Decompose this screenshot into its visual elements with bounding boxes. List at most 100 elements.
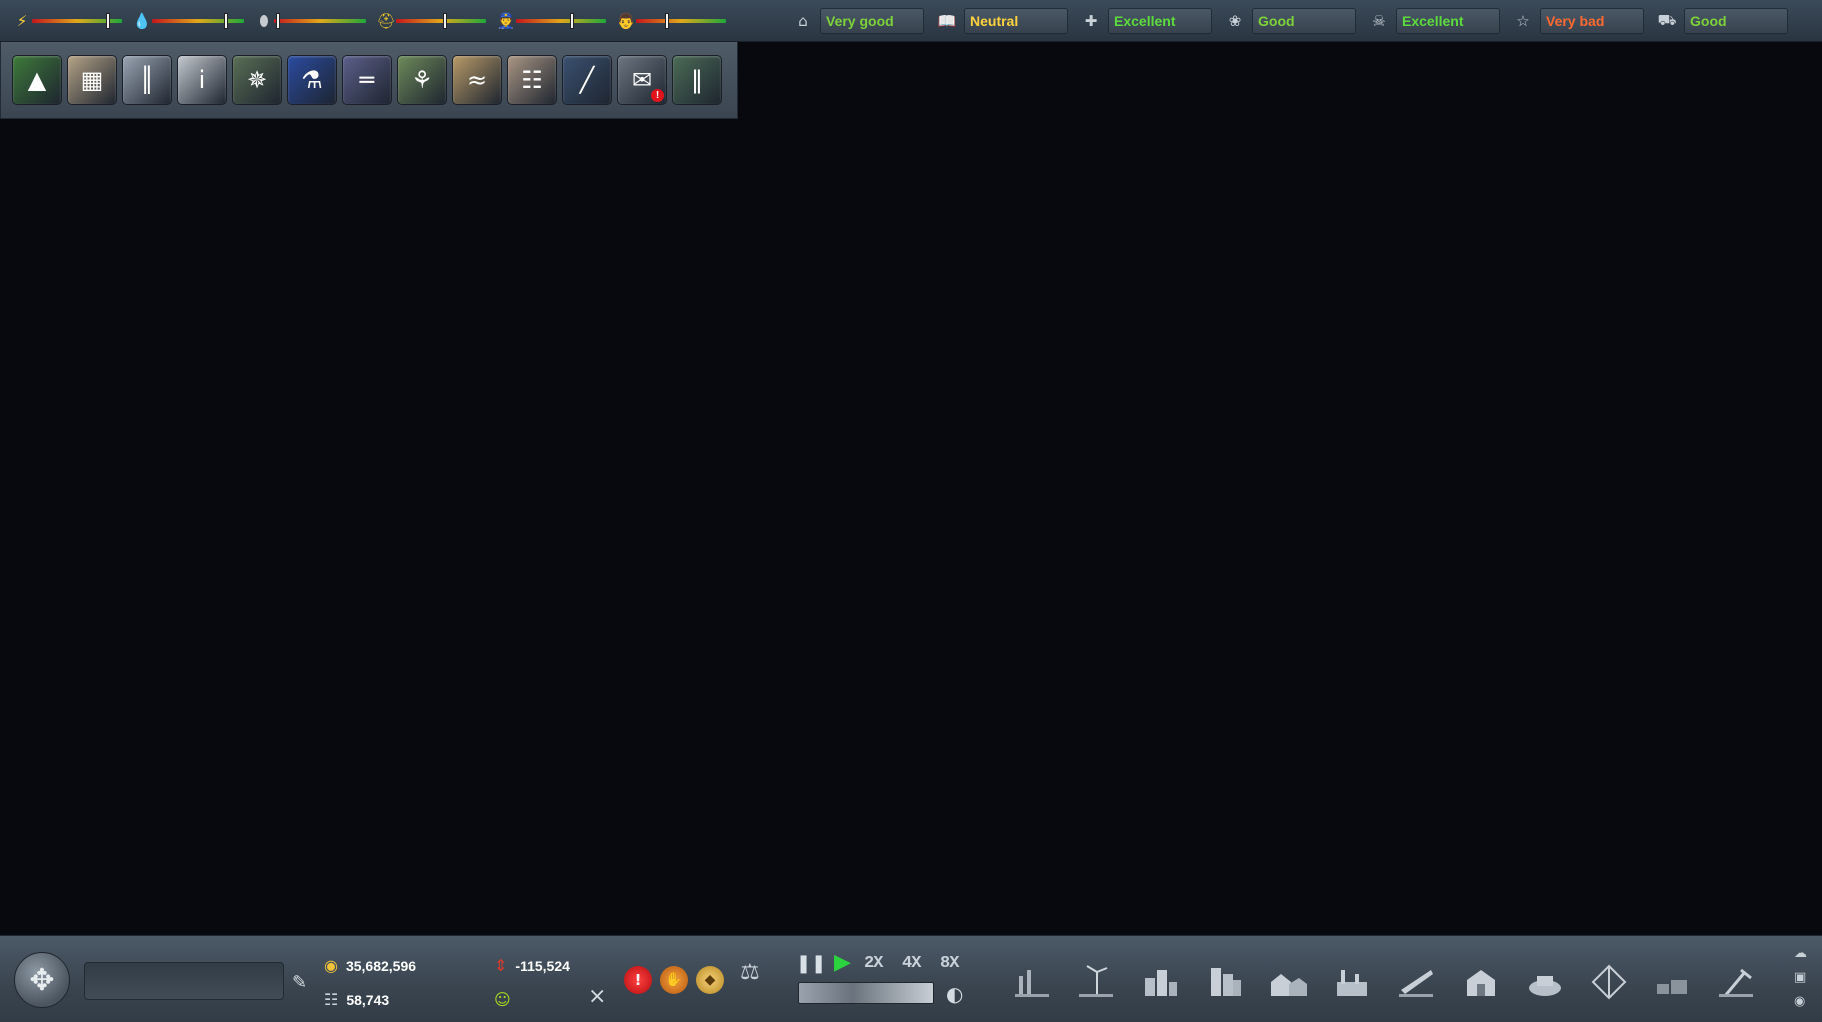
parks-tool-button[interactable]: ⚘: [397, 55, 447, 105]
money-display: ◉ 35,682,596: [324, 956, 416, 975]
info-tool-button[interactable]: i: [177, 55, 227, 105]
terrain-tool-icon: ▲: [27, 66, 47, 94]
meter-oil-drop[interactable]: ⬮: [254, 10, 366, 32]
pause-icon: ❚❚: [796, 953, 827, 974]
speed-8x-button[interactable]: 8X: [940, 954, 959, 973]
rating-health-cross[interactable]: ✚ Excellent: [1080, 7, 1212, 34]
coins-icon: ◉: [324, 956, 338, 975]
service-meters: ⚡ 💧 ⬮ ⛑ 👮 👨: [0, 10, 792, 32]
population-value: 58,743: [346, 991, 390, 1008]
education-book-icon: 📖: [937, 11, 957, 30]
money-value: 35,682,596: [345, 957, 417, 974]
services-tool-icon: ✵: [246, 66, 268, 94]
city-ratings: ⌂ Very good 📖 Neutral ✚ Excellent ❀ Good ☠ Excell…: [792, 7, 1788, 34]
meter-marker: [275, 12, 280, 29]
firefighter-icon: 👨: [616, 11, 636, 30]
notification-badge: !: [651, 89, 664, 102]
roads-tool-button[interactable]: ═: [342, 55, 392, 105]
services-tool-button[interactable]: ✵: [232, 55, 282, 105]
meter-marker: [223, 12, 228, 29]
main-menu-button[interactable]: ✥: [14, 952, 70, 1008]
build-residential-button[interactable]: [1134, 955, 1188, 1005]
balance-button[interactable]: ⚖: [740, 960, 760, 985]
terrain-tool-button[interactable]: ▲: [12, 55, 62, 105]
history-tool-icon: ‖: [691, 66, 703, 94]
meter-power[interactable]: ⚡: [12, 10, 122, 32]
day-night-button[interactable]: ◐: [946, 982, 963, 1006]
rating-parks[interactable]: ❀ Good: [1224, 7, 1356, 34]
meter-firefighter[interactable]: 👨: [616, 10, 726, 32]
rating-label: Very good: [820, 7, 924, 34]
city-name-field[interactable]: [84, 962, 284, 1000]
research-tool-button[interactable]: ⚗: [287, 55, 337, 105]
weather-icon: ☁: [1794, 946, 1807, 961]
build-transport-depot-button[interactable]: [1518, 955, 1572, 1005]
safety-icon: ☠: [1372, 11, 1386, 30]
water-icon: 💧: [132, 11, 152, 30]
resources-button[interactable]: ◆: [696, 966, 724, 994]
build-wind-power-button[interactable]: [1070, 955, 1124, 1005]
build-farm-button[interactable]: [1262, 955, 1316, 1005]
disaster-button[interactable]: ✋: [660, 966, 688, 994]
meter-bar: [516, 12, 606, 29]
meter-water[interactable]: 💧: [132, 10, 244, 32]
rating-safety[interactable]: ☠ Excellent: [1368, 7, 1500, 34]
build-power-plant-button[interactable]: [1006, 955, 1060, 1005]
play-button[interactable]: ▶: [834, 950, 851, 975]
camera-icon: ▣: [1794, 970, 1807, 985]
population-display: ☷ 58,743: [324, 990, 389, 1009]
meter-police-officer[interactable]: 👮: [496, 10, 606, 32]
camera-button[interactable]: ▣: [1794, 970, 1806, 985]
build-commercial-button[interactable]: [1198, 955, 1252, 1005]
build-industrial-button[interactable]: [1326, 955, 1380, 1005]
meter-bar: [152, 12, 244, 29]
parks-tool-icon: ⚘: [411, 66, 433, 94]
speed-2x-button[interactable]: 2X: [864, 954, 883, 973]
history-tool-button[interactable]: ‖: [672, 55, 722, 105]
mail-tool-button[interactable]: ✉!: [617, 55, 667, 105]
build-airport-button[interactable]: [1390, 955, 1444, 1005]
speed-4x-button[interactable]: 4X: [902, 954, 921, 973]
crossed-arrows-icon: ⨯: [588, 984, 607, 1009]
industry-tool-button[interactable]: ║: [122, 55, 172, 105]
status-bar: ⚡ 💧 ⬮ ⛑ 👮 👨 ⌂ Very good 📖 Neutral ✚ Excellent ❀ Good…: [0, 0, 1822, 42]
tools-wrench-icon: ✥: [29, 962, 55, 998]
utility-icon: [1657, 980, 1687, 994]
scales-icon: ⚖: [740, 960, 760, 985]
game-screen: ⚡ 💧 ⬮ ⛑ 👮 👨 ⌂ Very good 📖 Neutral ✚ Excellent ❀ Good…: [0, 0, 1822, 1022]
zoning-tool-button[interactable]: ▦: [67, 55, 117, 105]
trade-button[interactable]: ⨯: [588, 984, 606, 1009]
pencil-icon: ✎: [292, 972, 308, 993]
build-landmark-button[interactable]: [1582, 955, 1636, 1005]
commercial-icon: [1211, 968, 1241, 996]
rating-housing[interactable]: ⌂ Very good: [792, 7, 924, 34]
build-utility-button[interactable]: [1646, 955, 1700, 1005]
bottom-control-bar: ✥ ✎ ◉ 35,682,596 ☷ 58,743 ⇕ -115,524 ☺ ⨯…: [0, 935, 1822, 1022]
meter-bar: [636, 12, 726, 29]
housing-icon: ⌂: [798, 11, 808, 30]
time-of-day-slider[interactable]: [798, 982, 934, 1004]
build-government-button[interactable]: [1454, 955, 1508, 1005]
pause-button[interactable]: ❚❚: [796, 953, 826, 974]
rating-transport[interactable]: ⛟ Good: [1656, 7, 1788, 34]
police-officer-icon: 👮: [496, 11, 516, 30]
rating-education-book[interactable]: 📖 Neutral: [936, 7, 1068, 34]
demolish-icon: [1719, 968, 1753, 997]
weather-button[interactable]: ☁: [1794, 946, 1807, 961]
rating-entertainment[interactable]: ☆ Very bad: [1512, 7, 1644, 34]
meter-worker-helmet[interactable]: ⛑: [376, 10, 486, 32]
meter-marker: [664, 12, 669, 29]
edit-name-button[interactable]: ✎: [292, 972, 307, 993]
happiness-icon-wrap: ☺: [494, 990, 511, 1009]
view-button[interactable]: ◉: [1794, 994, 1805, 1009]
rating-label: Neutral: [964, 7, 1068, 34]
alert-button[interactable]: !: [624, 966, 652, 994]
airport-icon: [1399, 970, 1433, 997]
economy-tool-button[interactable]: ≈: [452, 55, 502, 105]
city-viewport[interactable]: [0, 42, 1822, 935]
transport-tool-button[interactable]: ╱: [562, 55, 612, 105]
build-demolish-button[interactable]: [1710, 955, 1764, 1005]
income-arrows-icon: ⇕: [494, 956, 508, 975]
residential-icon: [1145, 970, 1177, 996]
documents-tool-button[interactable]: ☷: [507, 55, 557, 105]
